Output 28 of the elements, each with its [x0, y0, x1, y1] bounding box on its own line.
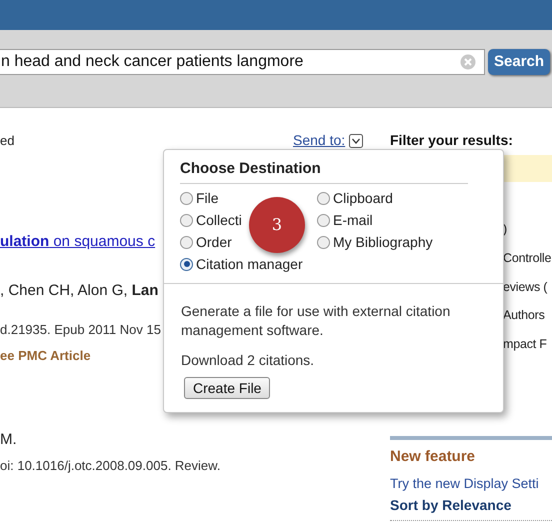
result-title-link[interactable]: ulation on squamous c — [0, 231, 156, 254]
popup-description: Generate a file for use with external citation management software. — [181, 302, 452, 340]
display-settings-link[interactable]: Try the new Display Setti — [390, 474, 552, 494]
search-field[interactable]: n head and neck cancer patients langmore — [0, 49, 485, 75]
step-badge: 3 — [249, 197, 305, 253]
new-feature-title: New feature — [390, 446, 476, 467]
result-citation: oi: 10.1016/j.otc.2008.09.005. Review. — [0, 456, 220, 475]
create-file-button[interactable]: Create File — [184, 376, 270, 398]
filter-item[interactable]: mpact F — [503, 335, 547, 354]
filter-item[interactable]: Authors — [503, 306, 545, 325]
dropdown-icon[interactable] — [349, 134, 364, 148]
filter-title: Filter your results: — [390, 131, 514, 150]
filter-item[interactable]: Controlle — [503, 248, 552, 268]
result-citation: d.21935. Epub 2011 Nov 15 — [0, 321, 161, 339]
filter-item[interactable]: eviews ( — [503, 278, 548, 296]
popup-title: Choose Destination — [180, 158, 468, 184]
result-pmc-link[interactable]: ee PMC Article — [0, 346, 91, 365]
results-status: ed — [0, 132, 16, 150]
destination-radio[interactable]: Citation manager — [180, 254, 317, 274]
destination-radio[interactable]: My Bibliography — [317, 232, 503, 252]
search-button[interactable]: Search — [488, 49, 550, 75]
download-text: Download 2 citations. — [181, 350, 316, 370]
result-authors: M. — [0, 430, 17, 450]
sort-label: Sort by Relevance — [390, 496, 512, 515]
result-authors: , Chen CH, Alon G, Lan — [0, 280, 158, 300]
destination-radio[interactable]: Clipboard — [317, 188, 503, 208]
destination-radio[interactable]: E-mail — [317, 210, 503, 230]
send-to-link[interactable]: Send to: — [293, 130, 346, 151]
